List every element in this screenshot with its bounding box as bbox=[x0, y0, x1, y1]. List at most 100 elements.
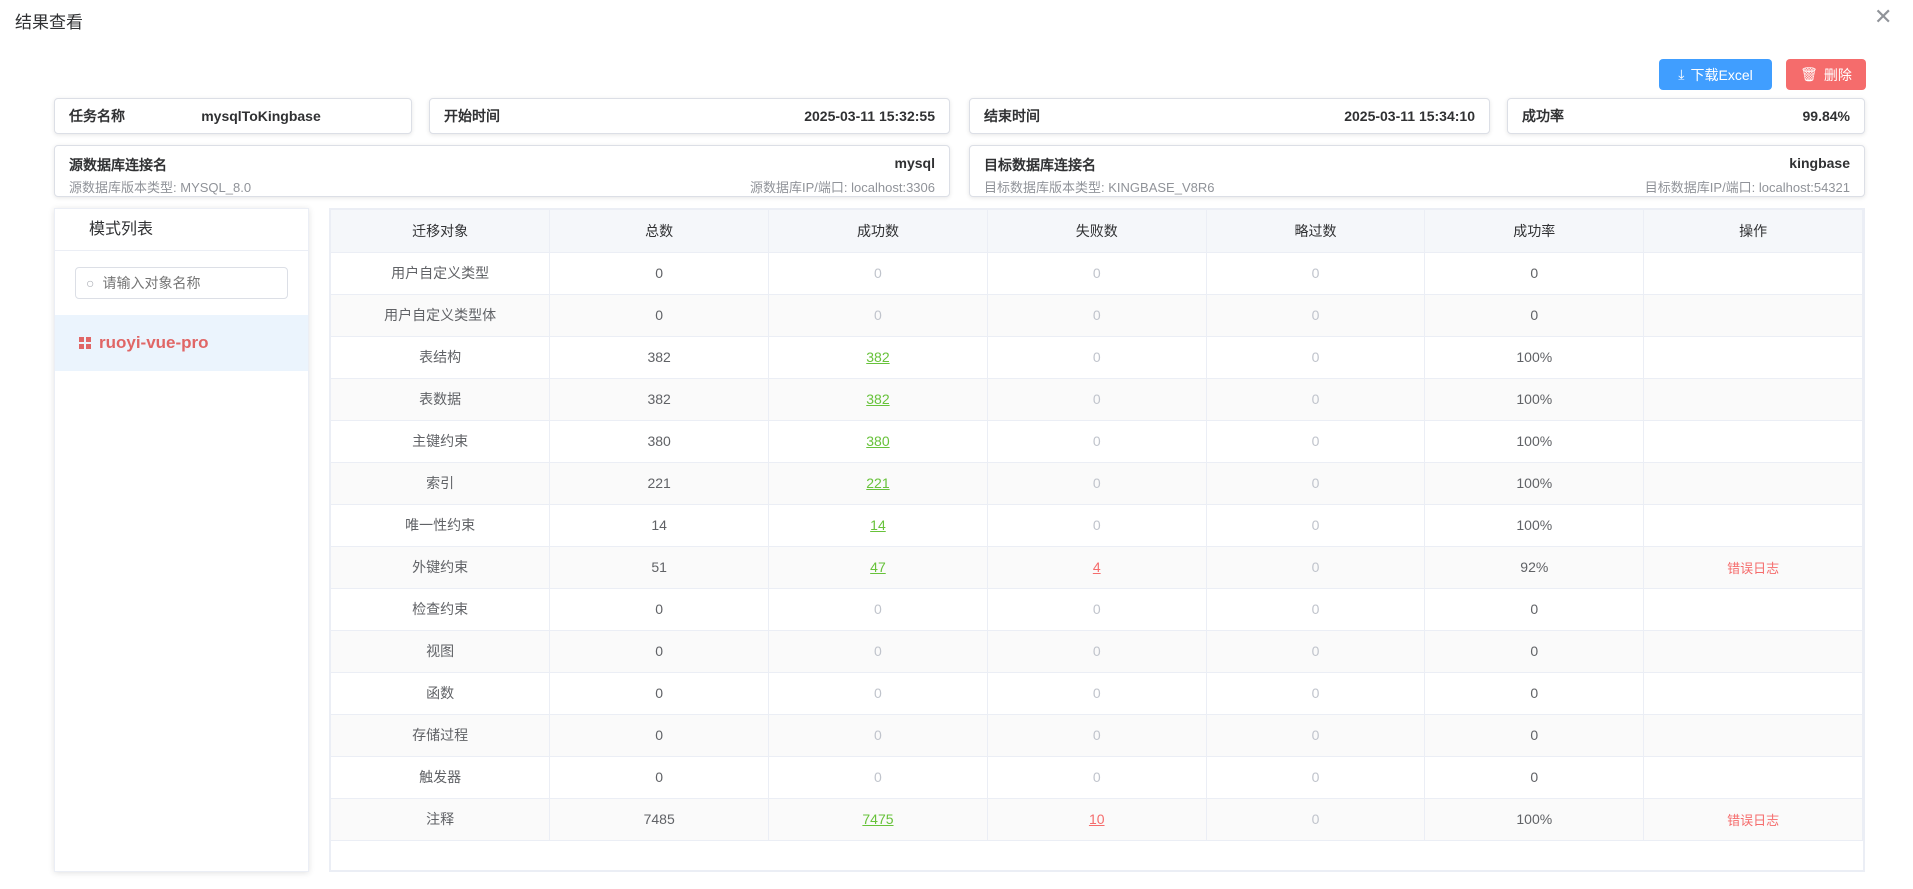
cell-value: 0 bbox=[1311, 727, 1320, 743]
cell-value[interactable]: 47 bbox=[870, 559, 886, 575]
cell-value: 0 bbox=[874, 265, 882, 281]
dst-ip-label: 目标数据库IP/端口: bbox=[1644, 180, 1756, 195]
target-db-card: 目标数据库连接名 kingbase 目标数据库版本类型: KINGBASE_V8R… bbox=[969, 145, 1865, 197]
cell-action bbox=[1643, 504, 1863, 547]
cell-success: 47 bbox=[768, 546, 988, 589]
cell-success: 0 bbox=[768, 588, 988, 631]
cell-value[interactable]: 14 bbox=[870, 517, 886, 533]
cell-total: 0 bbox=[549, 588, 770, 631]
src-ip-value: localhost:3306 bbox=[851, 180, 935, 195]
cell-object: 视图 bbox=[331, 630, 551, 673]
task-name-card: 任务名称 mysqlToKingbase bbox=[54, 98, 412, 134]
cell-total: 382 bbox=[549, 378, 770, 421]
cell-value: 0 bbox=[1311, 769, 1320, 785]
cell-value: 视图 bbox=[426, 643, 455, 659]
column-header: 总数 bbox=[549, 210, 770, 253]
download-excel-button[interactable]: ⤓ 下载Excel bbox=[1659, 59, 1772, 90]
cell-skip: 0 bbox=[1206, 294, 1426, 337]
cell-value: 0 bbox=[1092, 601, 1101, 617]
cell-value[interactable]: 382 bbox=[866, 349, 889, 365]
cell-object: 表结构 bbox=[331, 336, 551, 379]
cell-fail: 0 bbox=[987, 420, 1207, 463]
dst-label: 目标数据库连接名 bbox=[984, 157, 1096, 173]
table-row: 函数 0 0 0 0 0 bbox=[331, 672, 1863, 715]
cell-value[interactable]: 7475 bbox=[862, 811, 893, 827]
success-rate-card: 成功率 99.84% bbox=[1507, 98, 1865, 134]
cell-value: 0 bbox=[655, 601, 664, 617]
cell-value: 0 bbox=[1311, 559, 1320, 575]
cell-value: 0 bbox=[874, 643, 882, 659]
cell-fail: 0 bbox=[987, 588, 1207, 631]
column-header: 成功率 bbox=[1424, 210, 1645, 253]
cell-value: 0 bbox=[874, 685, 882, 701]
cell-success: 0 bbox=[768, 252, 988, 295]
cell-value[interactable]: 382 bbox=[866, 391, 889, 407]
start-time-card: 开始时间 2025-03-11 15:32:55 bbox=[429, 98, 950, 134]
cell-object: 存储过程 bbox=[331, 714, 551, 757]
column-header: 操作 bbox=[1643, 210, 1863, 253]
src-value: mysql bbox=[894, 155, 935, 171]
error-log-link[interactable]: 错误日志 bbox=[1727, 813, 1779, 828]
cell-value[interactable]: 221 bbox=[866, 475, 889, 491]
search-icon: ○ bbox=[86, 275, 95, 291]
cell-value: 0 bbox=[1530, 307, 1539, 323]
cell-value: 0 bbox=[1311, 685, 1320, 701]
src-ver-value: MYSQL_8.0 bbox=[180, 180, 252, 195]
cell-total: 0 bbox=[549, 630, 770, 673]
cell-action bbox=[1643, 294, 1863, 337]
cell-rate: 0 bbox=[1424, 294, 1645, 337]
cell-value[interactable]: 10 bbox=[1089, 811, 1105, 827]
cell-object: 外键约束 bbox=[331, 546, 551, 589]
cell-value: 100% bbox=[1516, 475, 1553, 491]
cell-value: 0 bbox=[1092, 769, 1101, 785]
column-header: 失败数 bbox=[987, 210, 1207, 253]
cell-value: 触发器 bbox=[419, 769, 462, 785]
schema-panel: 模式列表 ○ ruoyi-vue-pro bbox=[54, 208, 309, 872]
close-icon[interactable]: ✕ bbox=[1874, 4, 1892, 30]
cell-skip: 0 bbox=[1206, 798, 1426, 841]
dst-value: kingbase bbox=[1789, 155, 1850, 171]
cell-fail: 0 bbox=[987, 714, 1207, 757]
schema-item[interactable]: ruoyi-vue-pro bbox=[55, 315, 308, 371]
cell-value: 0 bbox=[1530, 685, 1539, 701]
cell-value: 0 bbox=[1311, 349, 1320, 365]
cell-fail: 0 bbox=[987, 672, 1207, 715]
cell-rate: 100% bbox=[1424, 462, 1645, 505]
cell-fail: 0 bbox=[987, 252, 1207, 295]
cell-rate: 0 bbox=[1424, 714, 1645, 757]
cell-value[interactable]: 380 bbox=[866, 433, 889, 449]
cell-value: 0 bbox=[1311, 811, 1320, 827]
cell-value: 0 bbox=[1092, 643, 1101, 659]
search-input[interactable] bbox=[102, 275, 283, 291]
cell-success: 7475 bbox=[768, 798, 988, 841]
cell-object: 唯一性约束 bbox=[331, 504, 551, 547]
cell-object: 表数据 bbox=[331, 378, 551, 421]
delete-button[interactable]: 🗑 删除 bbox=[1786, 59, 1866, 90]
cell-value: 唯一性约束 bbox=[405, 517, 476, 533]
cell-value: 外键约束 bbox=[412, 559, 469, 575]
cell-value: 0 bbox=[1311, 391, 1320, 407]
cell-value[interactable]: 4 bbox=[1093, 559, 1101, 575]
cell-value: 14 bbox=[651, 517, 667, 533]
cell-value: 0 bbox=[1092, 433, 1101, 449]
cell-action bbox=[1643, 252, 1863, 295]
src-version: 源数据库版本类型: MYSQL_8.0 bbox=[69, 177, 251, 196]
cell-value: 0 bbox=[1092, 685, 1101, 701]
cell-value: 0 bbox=[1311, 517, 1320, 533]
table-row: 表结构 382 382 0 0 100% bbox=[331, 336, 1863, 379]
dst-version: 目标数据库版本类型: KINGBASE_V8R6 bbox=[984, 177, 1214, 196]
table-row: 检查约束 0 0 0 0 0 bbox=[331, 588, 1863, 631]
cell-action bbox=[1643, 714, 1863, 757]
cell-fail: 10 bbox=[987, 798, 1207, 841]
cell-object: 主键约束 bbox=[331, 420, 551, 463]
cell-value: 0 bbox=[1092, 727, 1101, 743]
dialog-title: 结果查看 bbox=[15, 13, 83, 32]
search-box[interactable]: ○ bbox=[75, 267, 288, 299]
error-log-link[interactable]: 错误日志 bbox=[1727, 561, 1779, 576]
cell-value: 0 bbox=[1530, 727, 1539, 743]
download-icon: ⤓ bbox=[1678, 66, 1685, 82]
cell-value: 0 bbox=[1311, 307, 1320, 323]
cell-value: 51 bbox=[651, 559, 667, 575]
cell-value: 0 bbox=[655, 307, 664, 323]
cell-skip: 0 bbox=[1206, 378, 1426, 421]
